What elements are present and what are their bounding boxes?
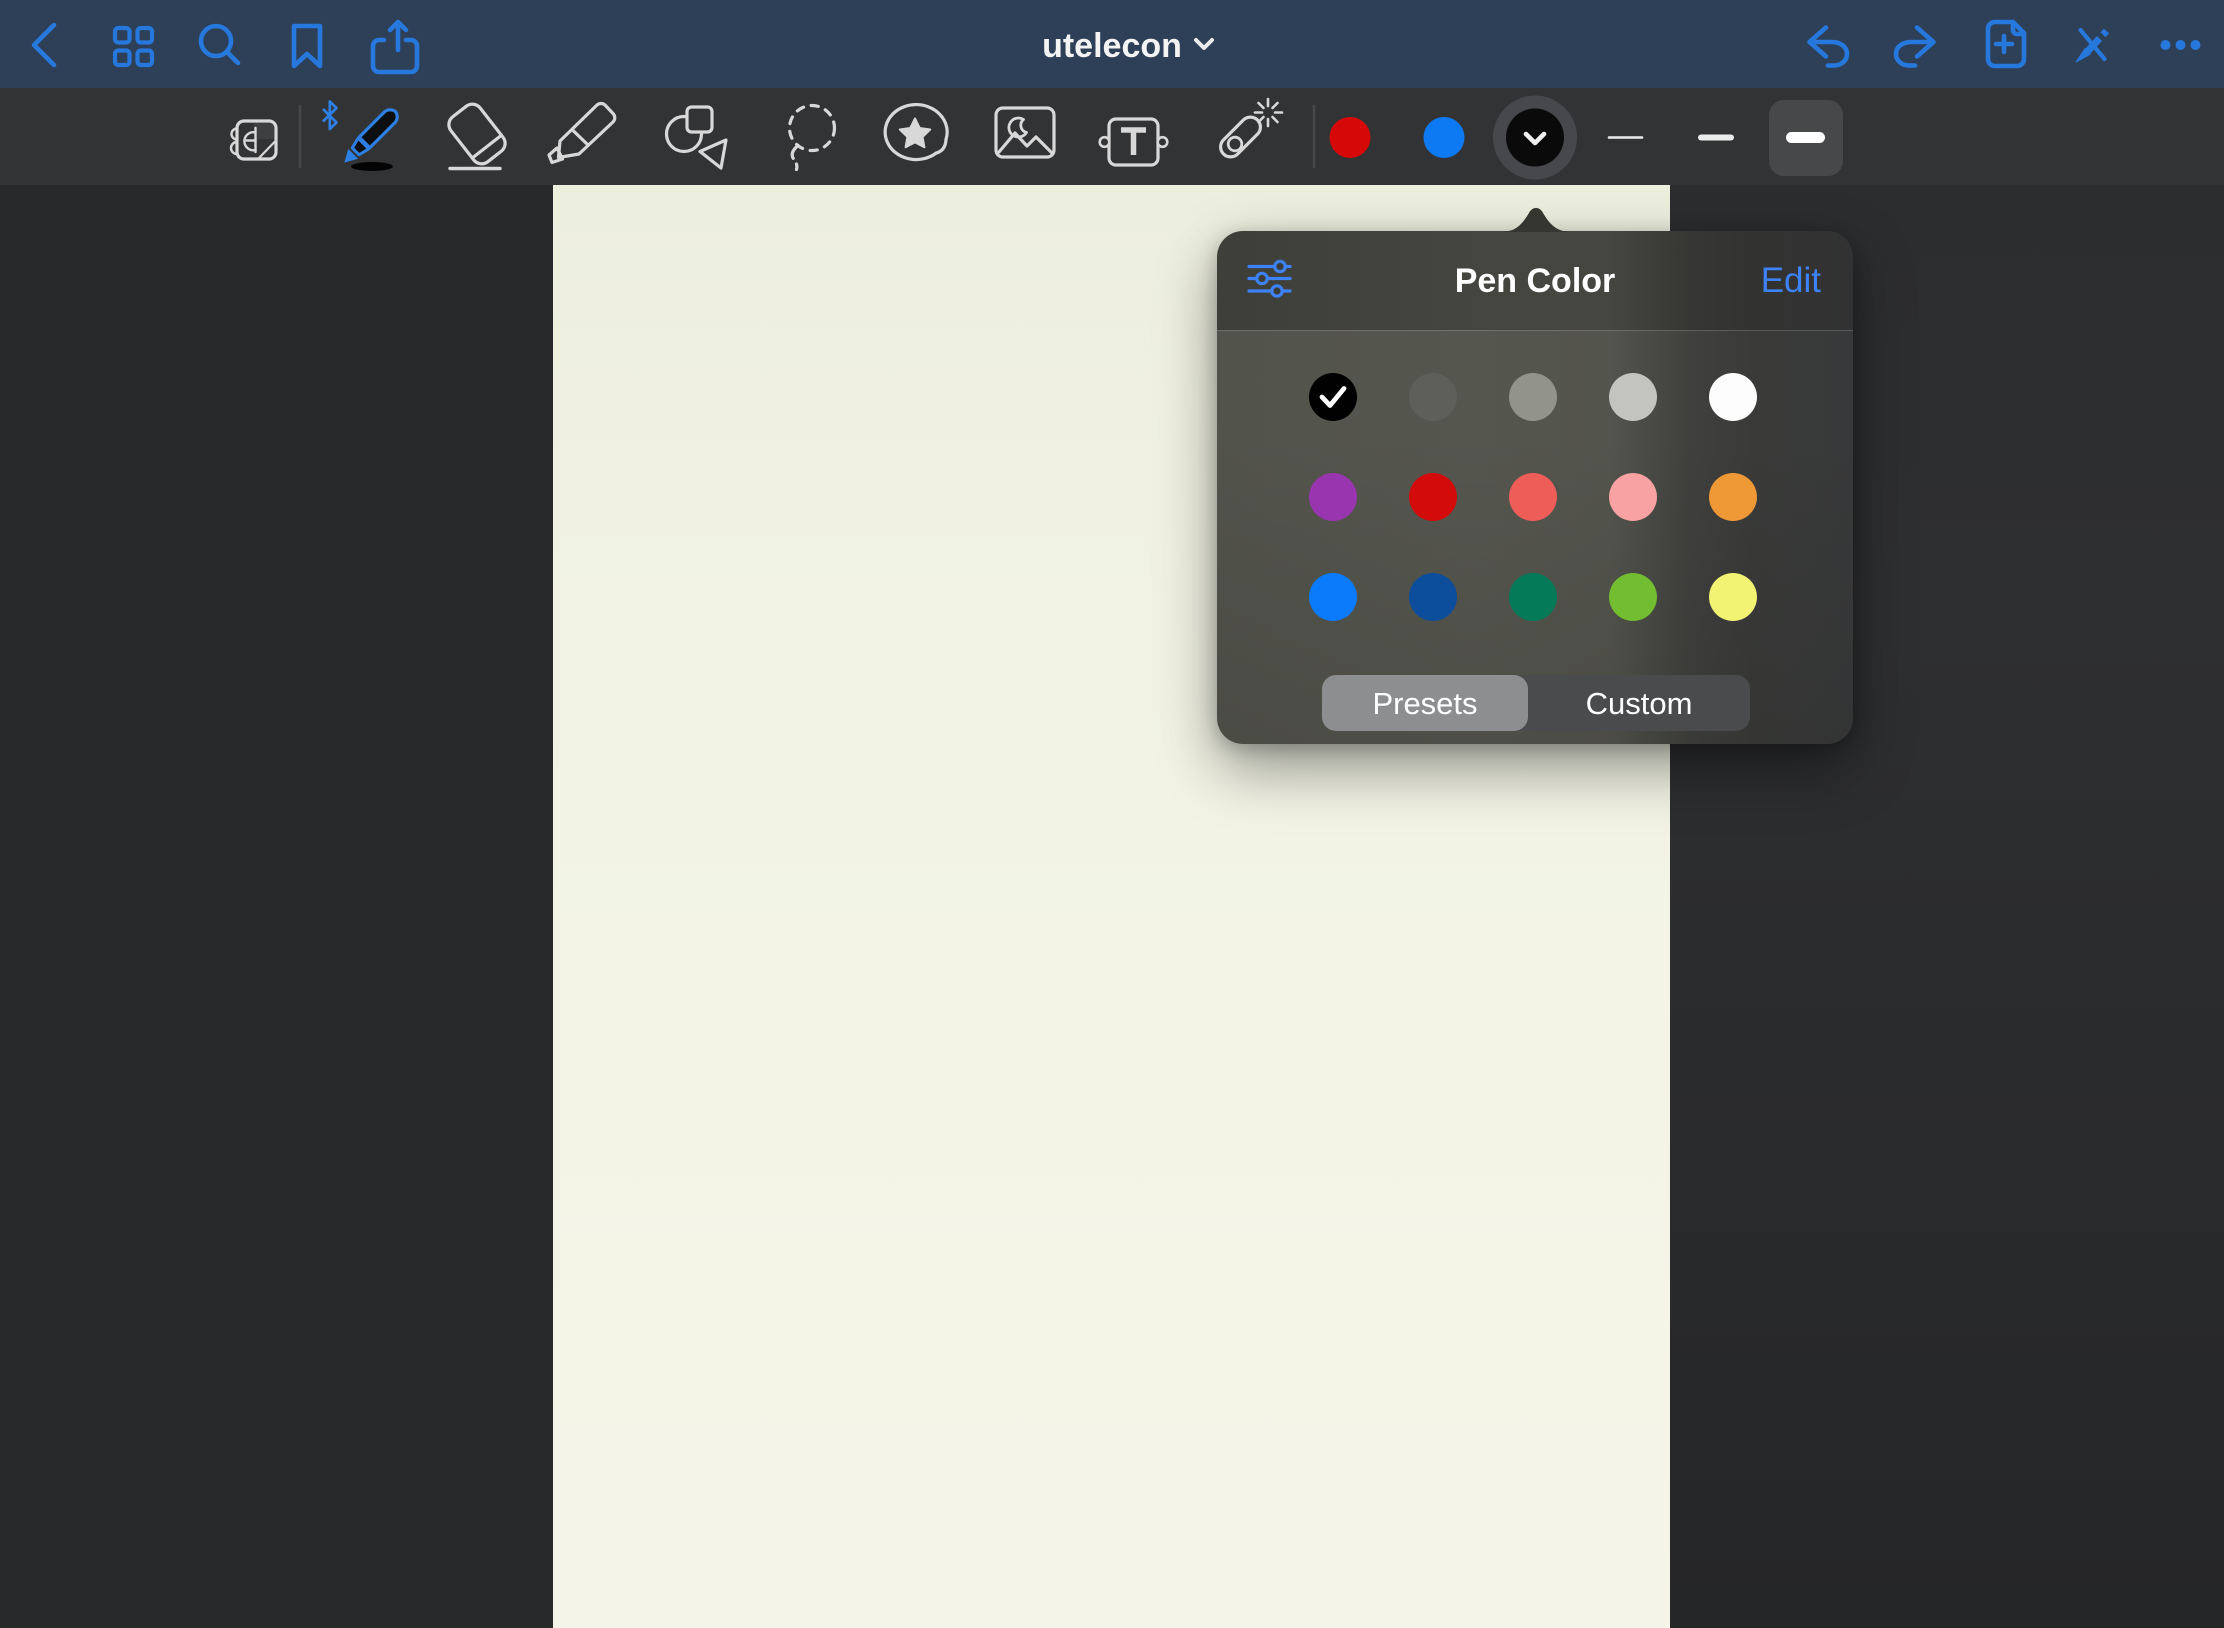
svg-text:Custom: Custom <box>1586 686 1693 721</box>
svg-text:Edit: Edit <box>1761 261 1822 300</box>
svg-text:utelecon: utelecon <box>1042 27 1182 65</box>
svg-text:Presets: Presets <box>1372 686 1477 721</box>
svg-text:Pen Color: Pen Color <box>1455 262 1616 300</box>
